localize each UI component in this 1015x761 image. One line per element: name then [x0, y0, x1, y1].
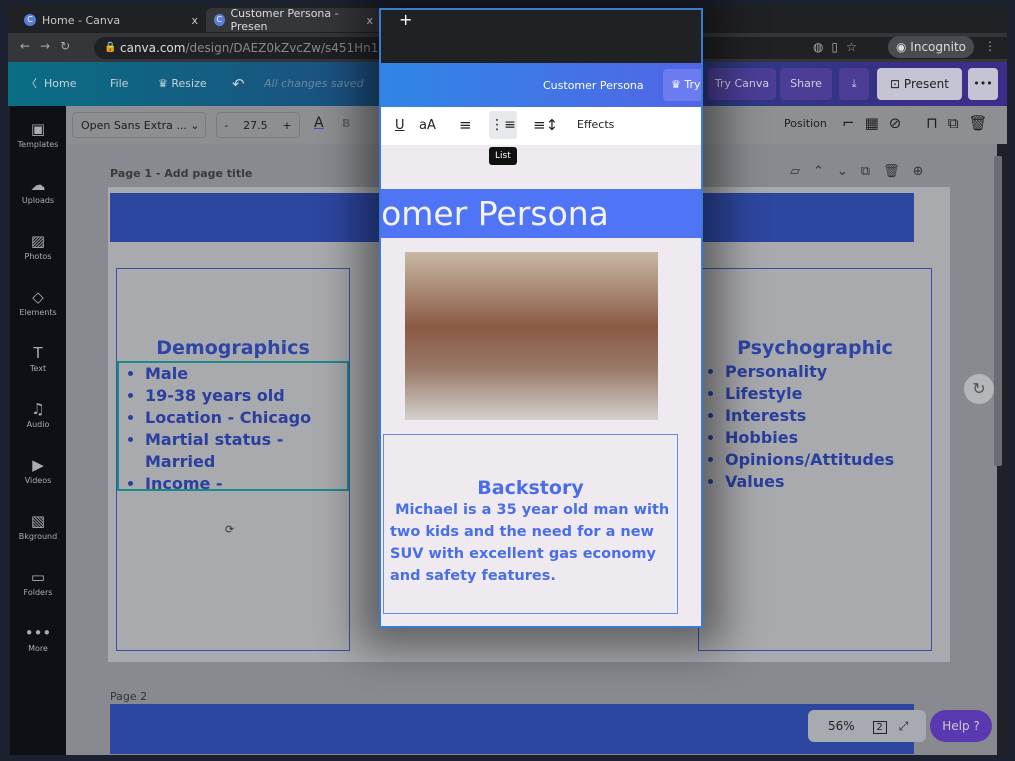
style-tools-icons[interactable]: ⌐▦⊘ ⊓⧉🗑: [842, 114, 998, 132]
sidebar-item-audio[interactable]: ♫ Audio: [10, 400, 66, 429]
nav-icons[interactable]: ←→↻: [20, 39, 80, 53]
page-action-icons[interactable]: ▱⌃⌄⧉🗑⊕: [790, 164, 936, 179]
scrollbar[interactable]: [994, 156, 1002, 466]
extension-icons[interactable]: ◍▯☆: [813, 40, 865, 54]
psychographic-heading: Psychographic: [737, 337, 893, 359]
tab-customer-persona[interactable]: C Customer Persona - Presen x: [206, 7, 381, 33]
position-button[interactable]: Position: [784, 117, 827, 130]
page-count-button[interactable]: 2: [872, 721, 887, 734]
zoom-controls: 56% 2 ⤢: [808, 710, 926, 742]
page-2-banner: [110, 704, 914, 754]
demographics-heading: Demographics: [156, 337, 310, 359]
lock-icon: 🔒: [104, 42, 117, 53]
rotate-handle-icon[interactable]: ⟳: [225, 523, 234, 536]
fullscreen-icon[interactable]: ⤢: [899, 719, 909, 733]
download-icon[interactable]: ⤓: [839, 68, 869, 100]
persona-title[interactable]: Customer Persona: [381, 189, 609, 238]
elements-icon: ◇: [32, 288, 44, 306]
popout-address-bar: [381, 35, 701, 63]
sidebar-item-background[interactable]: ▧ Bkground: [10, 512, 66, 541]
canva-icon: C: [214, 14, 225, 26]
sidebar-item-videos[interactable]: ▶ Videos: [10, 456, 66, 485]
videos-icon: ▶: [32, 456, 44, 474]
sidebar: ▣ Templates ☁ Uploads ▨ Photos ◇ Elements TT…: [10, 106, 66, 755]
close-tab-icon[interactable]: x: [366, 14, 373, 27]
incognito-badge[interactable]: ◉ Incognito: [888, 36, 974, 58]
resize-button[interactable]: ♛ Resize: [158, 62, 207, 106]
home-button[interactable]: 〈 Home: [26, 62, 76, 106]
case-button[interactable]: aA: [419, 118, 436, 133]
page-title-banner: Customer Persona: [381, 189, 701, 238]
demographics-box[interactable]: Demographics Male19-38 years oldLocation…: [116, 268, 350, 651]
backstory-text[interactable]: Michael is a 35 year old man with two ki…: [384, 499, 677, 587]
uploads-icon: ☁: [30, 176, 46, 194]
save-status: All changes saved: [264, 77, 364, 90]
backstory-box[interactable]: Backstory Michael is a 35 year old man w…: [383, 434, 678, 614]
undo-icon[interactable]: ↶: [232, 62, 245, 106]
font-select[interactable]: Open Sans Extra ... ⌄: [72, 112, 206, 138]
document-title[interactable]: Customer Persona: [543, 79, 644, 92]
folders-icon: ▭: [30, 568, 46, 586]
align-left-icon[interactable]: ≡: [459, 116, 472, 134]
backstory-heading: Backstory: [477, 477, 584, 499]
share-button[interactable]: Share: [780, 68, 832, 100]
demographics-list[interactable]: Male19-38 years oldLocation - ChicagoMar…: [117, 361, 349, 493]
psychographic-list[interactable]: PersonalityLifestyleInterestsHobbiesOpin…: [699, 361, 931, 493]
refresh-comments-icon[interactable]: ↻: [964, 374, 994, 404]
popout-toolbar: U aA ≡ ⋮≡ ≡↕ Effects: [381, 107, 701, 145]
effects-button[interactable]: Effects: [577, 118, 614, 131]
popout-header: Customer Persona ♛ Try: [381, 63, 701, 107]
popout-window: + Customer Persona ♛ Try U aA ≡ ⋮≡ ≡↕ Ef…: [379, 8, 703, 628]
menu-icon[interactable]: ⋮: [984, 39, 996, 53]
font-size-stepper[interactable]: -27.5 +: [216, 112, 300, 138]
try-pro-button[interactable]: Try Canva Pro: [708, 68, 776, 122]
background-icon: ▧: [30, 512, 46, 530]
try-pro-partial[interactable]: ♛ Try: [663, 69, 701, 101]
sidebar-item-folders[interactable]: ▭ Folders: [10, 568, 66, 597]
list-tooltip: List: [489, 147, 517, 165]
file-menu[interactable]: File: [110, 62, 128, 106]
page-2-label: Page 2: [110, 690, 148, 703]
close-tab-icon[interactable]: x: [191, 14, 198, 27]
text-color-button[interactable]: A: [314, 115, 324, 131]
sidebar-item-templates[interactable]: ▣ Templates: [10, 120, 66, 149]
help-button[interactable]: Help ?: [930, 710, 992, 742]
sidebar-item-elements[interactable]: ◇ Elements: [10, 288, 66, 317]
photos-icon: ▨: [30, 232, 46, 250]
sidebar-item-uploads[interactable]: ☁ Uploads: [10, 176, 66, 205]
family-photo[interactable]: [405, 252, 658, 420]
list-button[interactable]: ⋮≡: [489, 111, 517, 139]
templates-icon: ▣: [30, 120, 46, 138]
psychographic-box[interactable]: Psychographic PersonalityLifestyleIntere…: [698, 268, 932, 651]
page-title-label[interactable]: Page 1 - Add page title: [110, 167, 252, 180]
bold-button[interactable]: B: [342, 117, 350, 130]
more-icon: •••: [24, 624, 52, 642]
zoom-level[interactable]: 56%: [828, 719, 855, 733]
audio-icon: ♫: [31, 400, 45, 418]
new-tab-button[interactable]: +: [381, 10, 701, 35]
canva-icon: C: [24, 14, 36, 26]
sidebar-item-more[interactable]: ••• More: [10, 624, 66, 653]
underline-button[interactable]: U: [395, 118, 405, 133]
tab-home[interactable]: CHome - Canva+x: [16, 8, 206, 32]
sidebar-item-photos[interactable]: ▨ Photos: [10, 232, 66, 261]
line-spacing-icon[interactable]: ≡↕: [533, 116, 558, 134]
more-button[interactable]: •••: [968, 68, 998, 100]
text-icon: T: [33, 344, 43, 362]
present-button[interactable]: ⊡ Present: [877, 68, 962, 100]
sidebar-item-text[interactable]: T Text: [10, 344, 66, 373]
